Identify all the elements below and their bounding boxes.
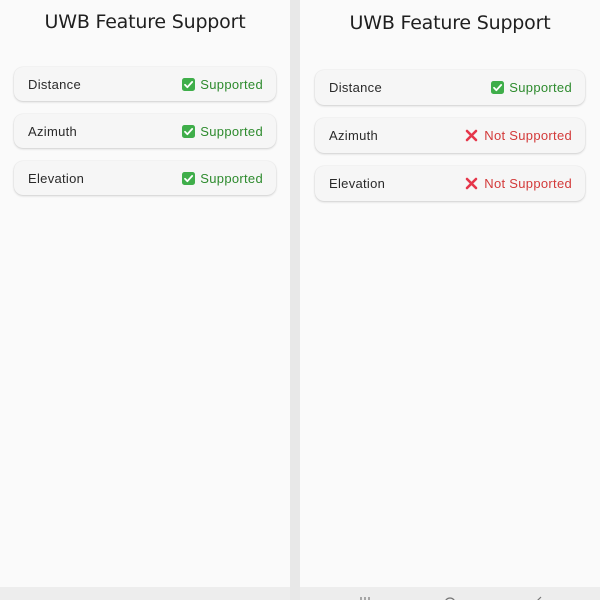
status-not-supported: Not Supported [465, 128, 572, 143]
back-icon[interactable] [532, 596, 544, 600]
recents-icon[interactable] [360, 596, 372, 600]
feature-row-azimuth: Azimuth Supported [14, 114, 276, 148]
feature-row-elevation: Elevation Supported [14, 161, 276, 195]
cross-mark-icon [465, 129, 478, 142]
device-screen-left: UWB Feature Support Distance Supported A… [0, 0, 290, 600]
feature-row-distance: Distance Supported [315, 70, 585, 105]
status-text: Not Supported [484, 176, 572, 191]
check-mark-button-icon [182, 77, 196, 91]
check-mark-button-icon [182, 124, 196, 138]
page-title: UWB Feature Support [349, 12, 551, 34]
status-text: Supported [200, 123, 263, 139]
status-supported: Supported [182, 77, 263, 92]
feature-label: Azimuth [329, 128, 379, 143]
feature-row-azimuth: Azimuth Not Supported [315, 118, 585, 153]
device-screen-right: UWB Feature Support Distance Supported A… [300, 0, 600, 600]
status-supported: Supported [491, 80, 572, 95]
feature-label: Distance [329, 80, 382, 95]
status-text: Supported [509, 80, 572, 95]
status-text: Not Supported [484, 128, 572, 143]
status-text: Supported [200, 76, 263, 92]
status-supported: Supported [182, 124, 263, 139]
feature-label: Distance [28, 76, 81, 92]
check-mark-button-icon [491, 81, 505, 94]
feature-label: Elevation [28, 170, 85, 186]
feature-label: Elevation [329, 176, 386, 191]
cross-mark-icon [465, 177, 478, 190]
screenshot-stage: UWB Feature Support Distance Supported A… [0, 0, 600, 600]
feature-row-elevation: Elevation Not Supported [315, 166, 585, 201]
status-text: Supported [200, 170, 263, 186]
page-title: UWB Feature Support [44, 11, 246, 33]
status-not-supported: Not Supported [465, 176, 572, 191]
check-mark-button-icon [182, 171, 196, 185]
feature-row-distance: Distance Supported [14, 67, 276, 101]
home-icon[interactable] [444, 596, 456, 600]
navigation-bar [300, 587, 600, 600]
feature-label: Azimuth [28, 123, 78, 139]
status-supported: Supported [182, 171, 263, 186]
navigation-bar [0, 587, 290, 600]
